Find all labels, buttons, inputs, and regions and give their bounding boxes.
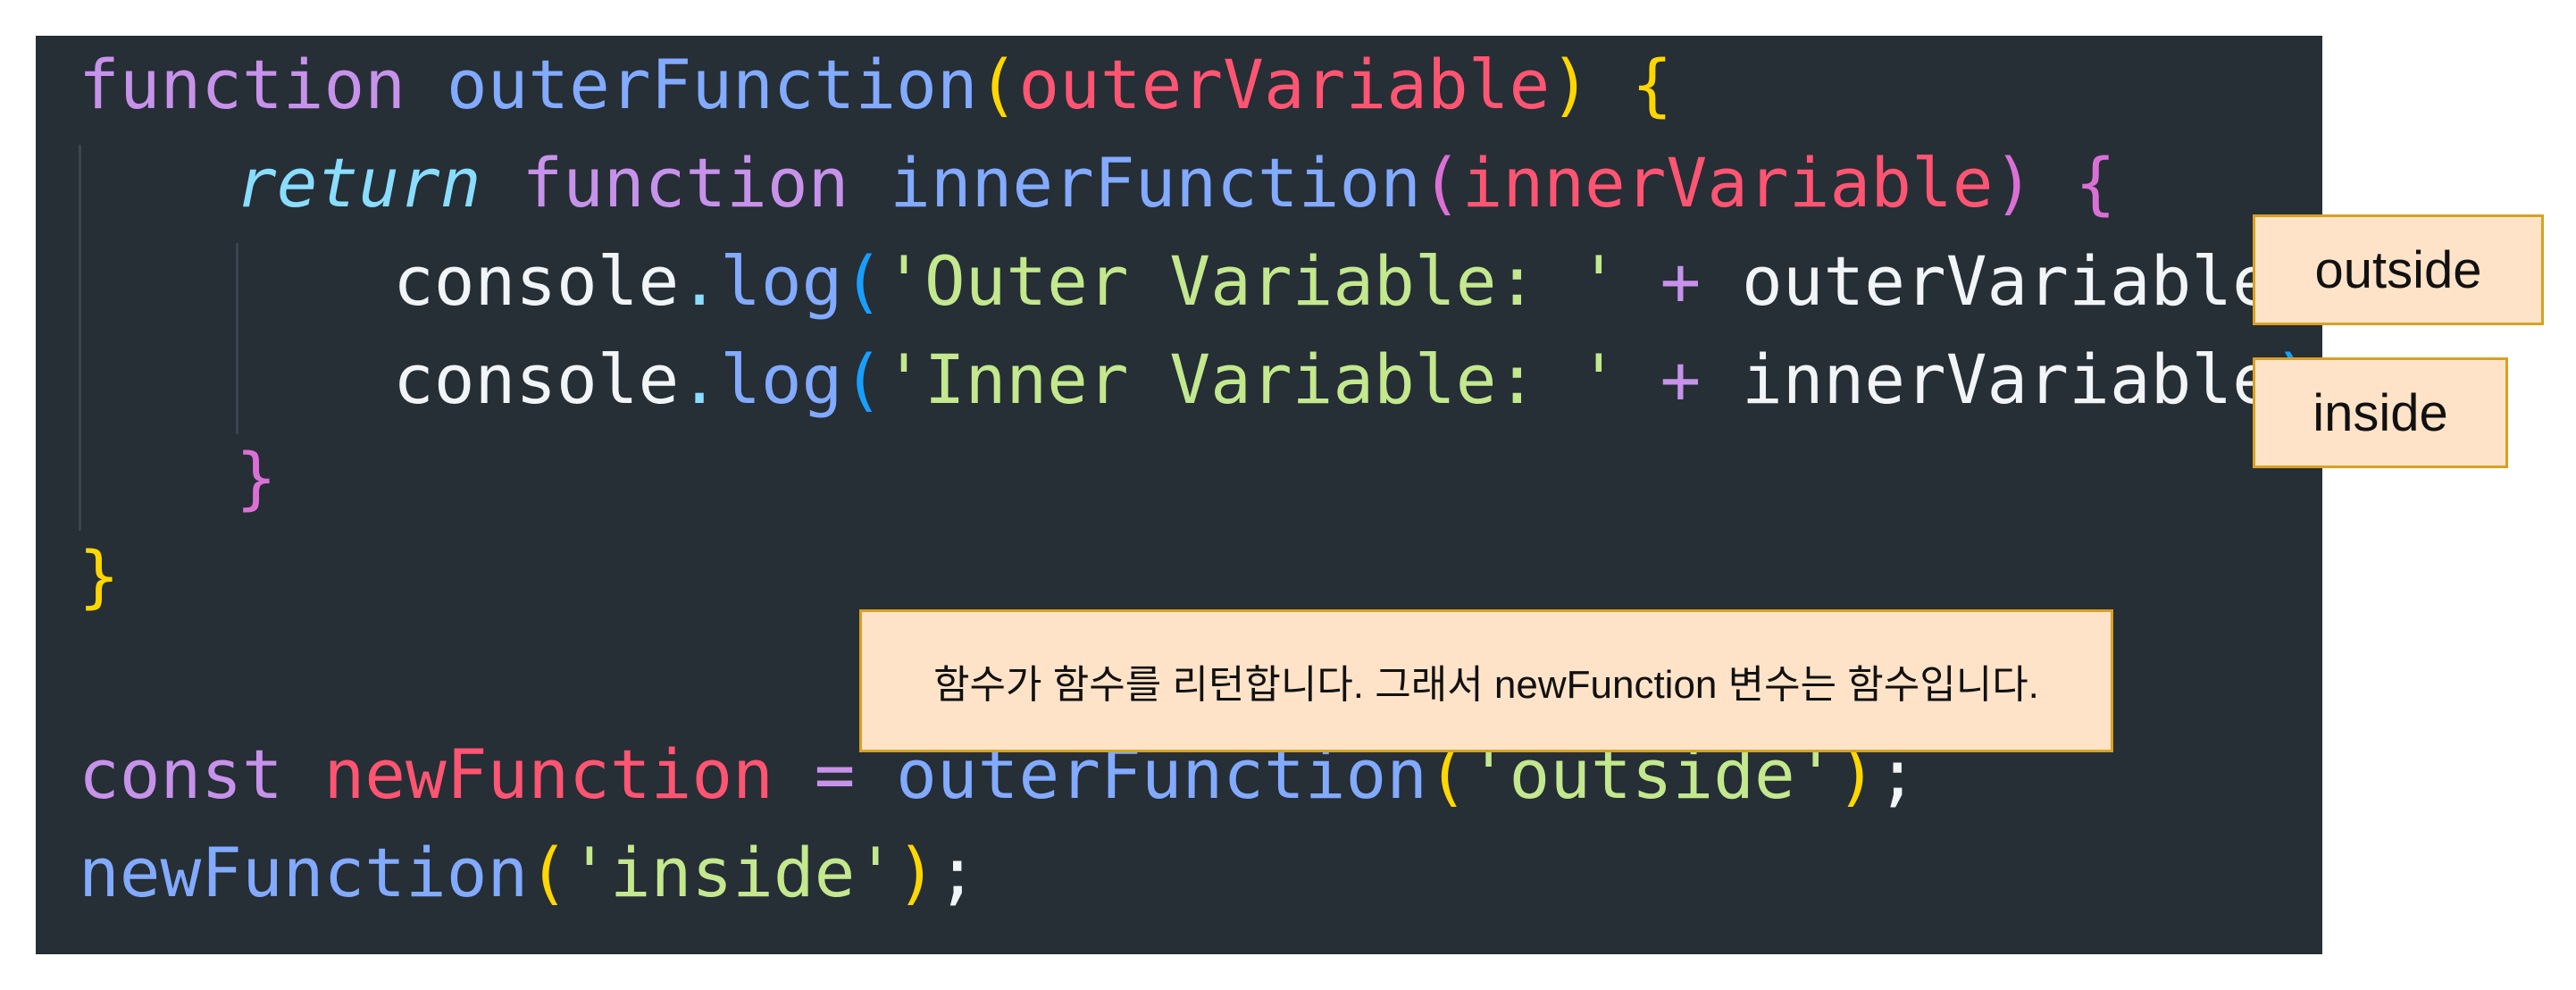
paren-open: (: [977, 45, 1019, 124]
var-newFunction: newFunction: [323, 734, 774, 814]
brace-close-outer: }: [79, 536, 120, 616]
dot: .: [679, 241, 721, 321]
brace-open: {: [2075, 143, 2116, 222]
code-line-9: newFunction('inside');: [79, 824, 978, 922]
callout-outside: outside: [2253, 214, 2544, 325]
code-line-4: console.log('Inner Variable: ' + innerVa…: [393, 331, 2314, 429]
callout-note: 함수가 함수를 리턴합니다. 그래서 newFunction 변수는 함수입니다…: [859, 609, 2113, 752]
paren-open: (: [528, 833, 570, 912]
param-outer: outerVariable: [1018, 45, 1551, 124]
code-line-6: }: [79, 527, 120, 625]
indent-guide-inner: [236, 243, 238, 434]
paren-open: (: [842, 241, 884, 321]
paren-close: ): [896, 833, 937, 912]
log-method: log: [720, 241, 843, 321]
code-line-3: console.log('Outer Variable: ' + outerVa…: [393, 232, 2314, 331]
function-name-inner: innerFunction: [890, 143, 1421, 222]
code-editor: function outerFunction(outerVariable) { …: [36, 36, 2322, 954]
brace-open: {: [1631, 45, 1673, 124]
paren-open: (: [1420, 143, 1462, 222]
keyword-function: function: [522, 143, 849, 222]
string-inner-label: 'Inner Variable: ': [883, 340, 1619, 419]
paren-close: ): [1993, 143, 2035, 222]
string-outer-label: 'Outer Variable: ': [883, 241, 1619, 321]
keyword-const: const: [79, 734, 283, 814]
var-inner: innerVariable: [1742, 340, 2273, 419]
plus-operator: +: [1660, 241, 1702, 321]
indent-guide-outer: [79, 145, 81, 531]
string-inside: 'inside': [569, 833, 897, 912]
paren-open: (: [842, 340, 884, 419]
code-line-2: return function innerFunction(innerVaria…: [236, 134, 2116, 232]
param-inner: innerVariable: [1461, 143, 1994, 222]
keyword-function: function: [79, 45, 406, 124]
callout-inside: inside: [2253, 357, 2508, 468]
assign-operator: =: [814, 734, 856, 814]
console-object: console: [393, 340, 680, 419]
brace-close-inner: }: [236, 438, 277, 517]
paren-close: ): [1550, 45, 1591, 124]
semicolon: ;: [936, 833, 978, 912]
plus-operator: +: [1660, 340, 1702, 419]
dot: .: [679, 340, 721, 419]
console-object: console: [393, 241, 680, 321]
var-outer: outerVariable: [1742, 241, 2273, 321]
code-line-5: }: [236, 429, 277, 527]
code-line-1: function outerFunction(outerVariable) {: [79, 36, 1673, 134]
keyword-return: return: [236, 143, 481, 222]
function-name-outer: outerFunction: [446, 45, 978, 124]
log-method: log: [720, 340, 843, 419]
call-newFunction: newFunction: [79, 833, 529, 912]
